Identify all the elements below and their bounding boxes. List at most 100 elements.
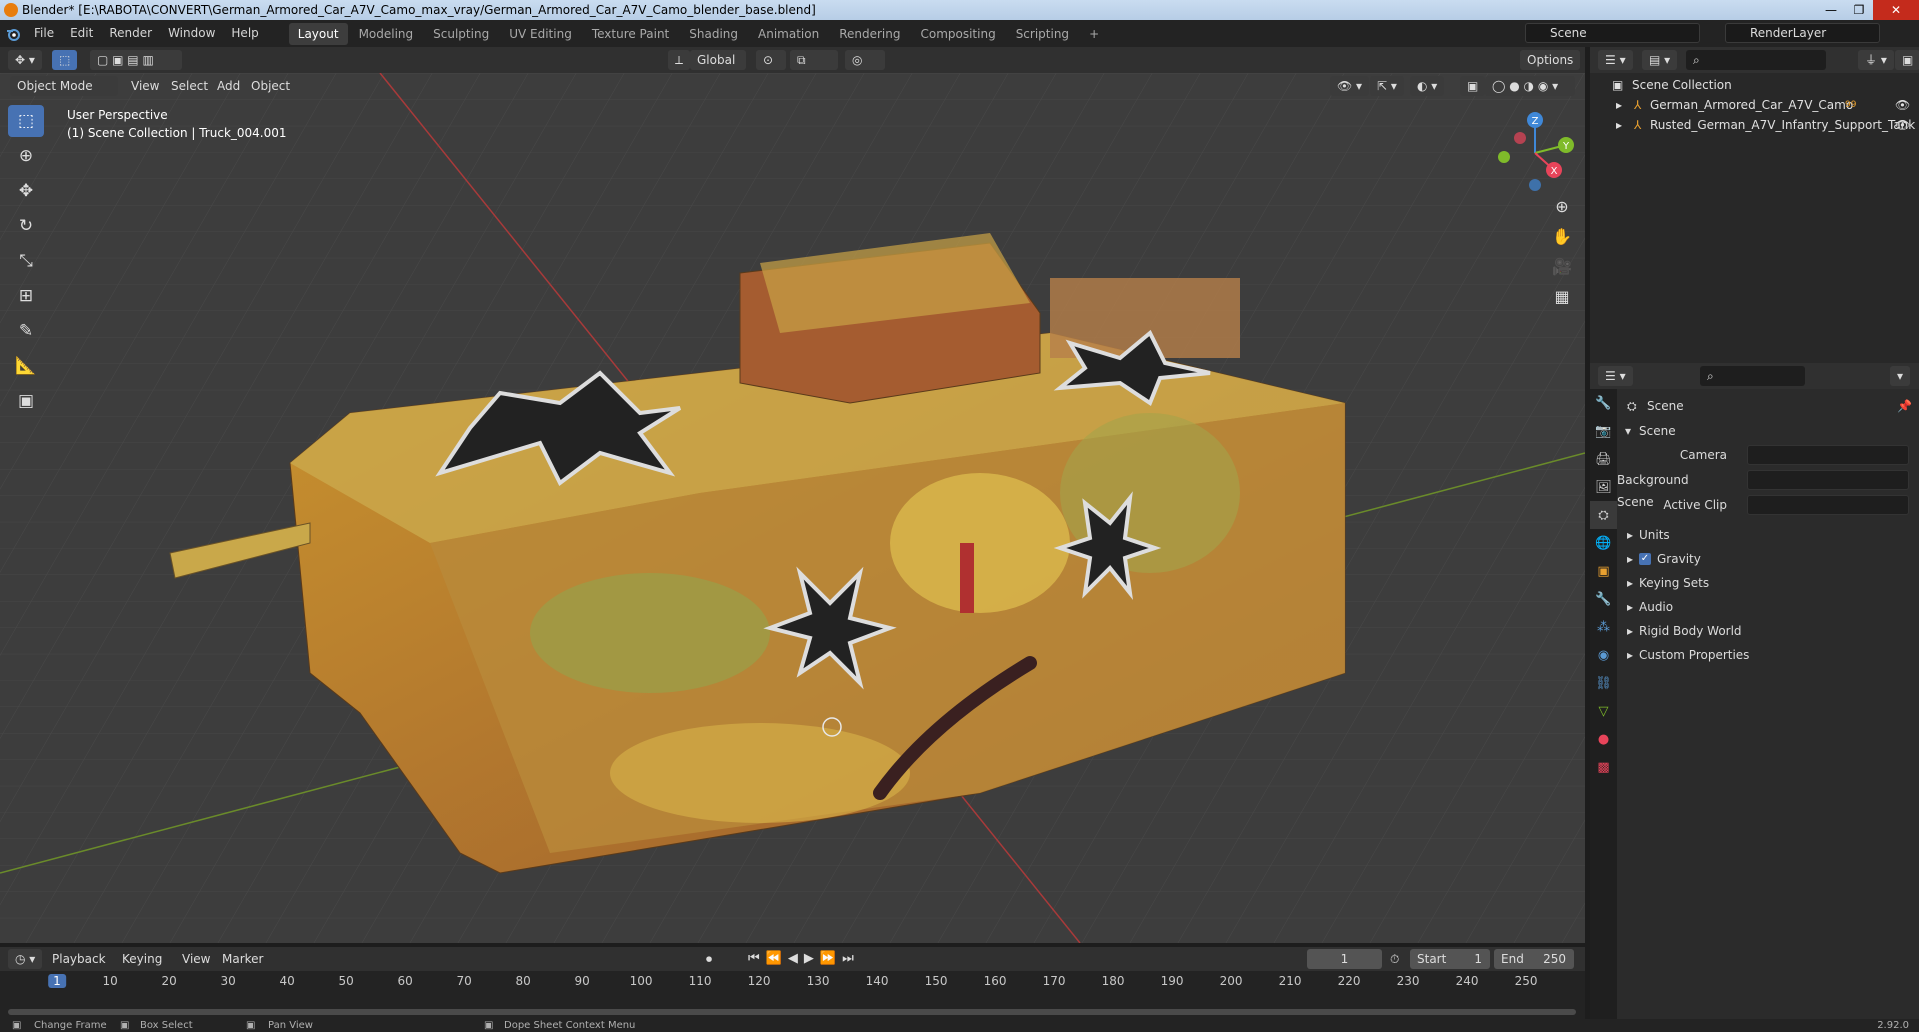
view-layer-tab-icon[interactable]: 🖼	[1590, 473, 1617, 501]
outliner-item[interactable]: ▸ ⅄ German_Armored_Car_A7V_Camo 99 👁	[1590, 95, 1919, 115]
outliner-editor-type-icon[interactable]: ☰ ▾	[1598, 50, 1633, 70]
menu-object[interactable]: Object	[251, 76, 290, 96]
tab-uv-editing[interactable]: UV Editing	[500, 23, 581, 45]
expand-arrow-icon[interactable]: ▸	[1616, 95, 1622, 115]
menu-select[interactable]: Select	[171, 76, 208, 96]
object-tab-icon[interactable]: ▣	[1590, 557, 1617, 585]
timeline[interactable]: 1 10 20 30 40 50 60 70 80 90 100 110 120 130 140 150 160…	[0, 971, 1585, 1019]
close-button[interactable]: ✕	[1873, 0, 1919, 20]
pan-hand-icon[interactable]: ✋	[1548, 222, 1576, 250]
physics-tab-icon[interactable]: ◉	[1590, 641, 1617, 669]
current-frame-field[interactable]: 1	[1307, 949, 1382, 969]
custom-properties-subpanel[interactable]: ▸ Custom Properties	[1617, 644, 1919, 666]
output-tab-icon[interactable]: 🖨	[1590, 445, 1617, 473]
menu-view[interactable]: View	[182, 949, 210, 969]
playback-controls[interactable]: ⏮⏪◀▶⏩⏭	[748, 949, 860, 969]
menu-add[interactable]: Add	[217, 76, 240, 96]
tab-layout[interactable]: Layout	[288, 22, 348, 45]
view-layer-field[interactable]: RenderLayer	[1725, 23, 1880, 43]
outliner-item[interactable]: ▸ ⅄ Rusted_German_A7V_Infantry_Support_T…	[1590, 115, 1919, 135]
measure-tool-icon[interactable]: 📐	[8, 350, 44, 382]
move-tool-icon[interactable]: ✥	[8, 175, 44, 207]
tab-scripting[interactable]: Scripting	[1007, 23, 1078, 45]
select-box-tool-icon[interactable]: ⬚	[8, 105, 44, 137]
background-scene-field[interactable]	[1747, 470, 1909, 490]
render-tab-icon[interactable]: 📷	[1590, 417, 1617, 445]
expand-arrow-icon[interactable]: ▸	[1627, 596, 1633, 618]
expand-arrow-icon[interactable]: ▸	[1627, 524, 1633, 546]
start-frame-field[interactable]: Start 1	[1410, 949, 1490, 969]
menu-marker[interactable]: Marker	[222, 949, 263, 969]
data-tab-icon[interactable]: ▽	[1590, 697, 1617, 725]
visibility-icon[interactable]: 👁 ▾	[1330, 76, 1370, 96]
menu-edit[interactable]: Edit	[62, 20, 101, 47]
xray-toggle-icon[interactable]: ▣	[1460, 76, 1486, 96]
options-dropdown[interactable]: Options	[1520, 50, 1581, 70]
tab-shading[interactable]: Shading	[680, 23, 747, 45]
camera-field[interactable]	[1747, 445, 1909, 465]
expand-arrow-icon[interactable]: ▸	[1616, 115, 1622, 135]
timeline-editor-type-icon[interactable]: ◷ ▾	[8, 949, 43, 969]
scene-panel-header[interactable]: ▾ Scene	[1617, 420, 1919, 442]
collapse-arrow-icon[interactable]: ▾	[1625, 420, 1631, 442]
tab-compositing[interactable]: Compositing	[911, 23, 1004, 45]
add-cube-tool-icon[interactable]: ▣	[8, 385, 44, 417]
maximize-button[interactable]: ❐	[1845, 0, 1873, 20]
proportional-edit-icon[interactable]: ◎	[845, 50, 885, 70]
tab-rendering[interactable]: Rendering	[830, 23, 909, 45]
tab-sculpting[interactable]: Sculpting	[424, 23, 498, 45]
gravity-subpanel[interactable]: ▸ ✓ Gravity	[1617, 548, 1919, 570]
visibility-eye-icon[interactable]: 👁	[1895, 95, 1910, 115]
pin-icon[interactable]: 📌	[1897, 395, 1912, 417]
scene-tab-icon[interactable]: ⛭	[1590, 501, 1617, 529]
new-collection-icon[interactable]: ▣	[1895, 50, 1919, 70]
zoom-icon[interactable]: ⊕	[1548, 192, 1576, 220]
menu-playback[interactable]: Playback	[52, 949, 106, 969]
view-layer-selector[interactable]: RenderLayer	[1725, 23, 1880, 43]
outliner-search-input[interactable]: ⌕	[1686, 50, 1826, 70]
expand-arrow-icon[interactable]: ▸	[1627, 620, 1633, 642]
properties-search-input[interactable]: ⌕	[1700, 366, 1805, 386]
stopwatch-icon[interactable]: ⏱	[1390, 949, 1399, 969]
scale-tool-icon[interactable]: ⤡	[8, 245, 44, 277]
selection-mode-icons[interactable]: ▢ ▣ ▤ ▥	[90, 50, 182, 70]
scene-selector[interactable]: Scene	[1525, 23, 1700, 43]
blender-menu-icon[interactable]	[0, 20, 26, 47]
transform-orientation-dropdown[interactable]: Global	[690, 50, 746, 70]
rotate-tool-icon[interactable]: ↻	[8, 210, 44, 242]
navigation-gizmo[interactable]: Z Y X	[1492, 110, 1578, 196]
cursor-tool-icon[interactable]: ⊕	[8, 140, 44, 172]
visibility-eye-icon[interactable]: 👁	[1895, 115, 1910, 135]
expand-arrow-icon[interactable]: ▸	[1627, 572, 1633, 594]
menu-help[interactable]: Help	[223, 20, 266, 47]
add-workspace-button[interactable]: +	[1080, 23, 1108, 45]
pivot-point-icon[interactable]: ⊙	[756, 50, 786, 70]
minimize-button[interactable]: —	[1817, 0, 1845, 20]
expand-arrow-icon[interactable]: ▸	[1627, 644, 1633, 666]
units-subpanel[interactable]: ▸ Units	[1617, 524, 1919, 546]
camera-view-icon[interactable]: 🎥	[1548, 252, 1576, 280]
annotate-tool-icon[interactable]: ✎	[8, 315, 44, 347]
gravity-checkbox[interactable]: ✓	[1639, 553, 1651, 565]
snap-icon[interactable]: ⧉	[790, 50, 838, 70]
select-tool-icon[interactable]: ⬚	[52, 50, 78, 70]
tool-tab-icon[interactable]: 🔧	[1590, 389, 1617, 417]
material-tab-icon[interactable]: ●	[1590, 725, 1617, 753]
modifier-tab-icon[interactable]: 🔧	[1590, 585, 1617, 613]
menu-view[interactable]: View	[131, 76, 159, 96]
display-mode-icon[interactable]: ▤ ▾	[1642, 50, 1678, 70]
scene-selector-field[interactable]: Scene	[1525, 23, 1700, 43]
menu-keying[interactable]: Keying	[122, 949, 162, 969]
record-button[interactable]: ⏺	[706, 949, 712, 969]
world-tab-icon[interactable]: 🌐	[1590, 529, 1617, 557]
editor-type-icon[interactable]: ✥ ▾	[8, 50, 42, 70]
constraints-tab-icon[interactable]: ⛓	[1590, 669, 1617, 697]
timeline-scrollbar[interactable]	[8, 1009, 1576, 1015]
3d-viewport[interactable]	[0, 73, 1585, 943]
tab-animation[interactable]: Animation	[749, 23, 828, 45]
shading-mode-icons[interactable]: ◯ ● ◑ ◉ ▾	[1485, 76, 1575, 96]
transform-orientation-icon[interactable]: ⟂	[668, 50, 691, 70]
ortho-grid-icon[interactable]: ▦	[1548, 282, 1576, 310]
menu-window[interactable]: Window	[160, 20, 223, 47]
transform-tool-icon[interactable]: ⊞	[8, 280, 44, 312]
